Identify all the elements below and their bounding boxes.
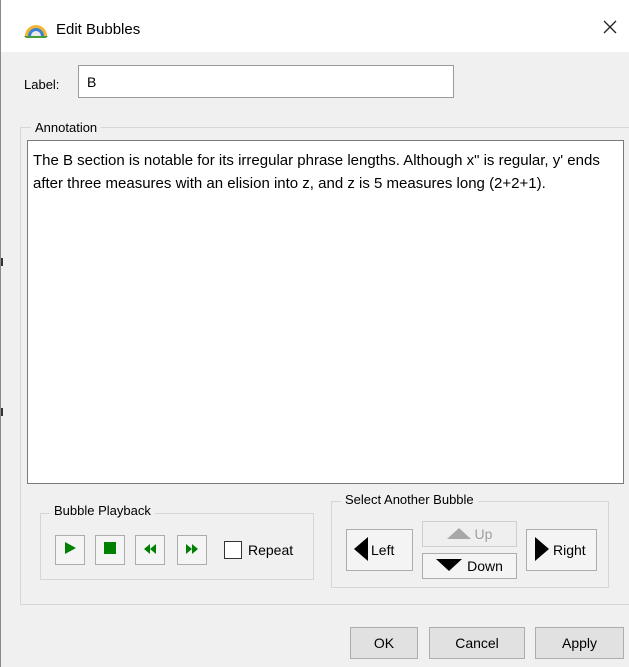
close-icon: [602, 19, 618, 40]
fast-forward-icon: [186, 541, 198, 559]
rewind-button[interactable]: [135, 535, 165, 565]
annotation-textarea[interactable]: The B section is notable for its irregul…: [27, 140, 624, 484]
stop-icon: [104, 541, 116, 559]
down-button-label: Down: [467, 558, 503, 574]
rainbow-bubble-icon: [23, 20, 49, 38]
up-button[interactable]: Up: [422, 521, 517, 547]
repeat-checkbox[interactable]: [224, 541, 242, 559]
rewind-icon: [144, 541, 156, 559]
right-button[interactable]: Right: [526, 529, 597, 571]
play-icon: [63, 541, 77, 560]
select-bubble-legend: Select Another Bubble: [341, 492, 478, 507]
right-button-label: Right: [553, 542, 586, 558]
play-button[interactable]: [55, 535, 85, 565]
up-button-label: Up: [474, 526, 493, 542]
ok-button[interactable]: OK: [350, 627, 418, 659]
right-arrow-icon: [535, 536, 549, 564]
window-title: Edit Bubbles: [56, 21, 141, 38]
annotation-legend: Annotation: [31, 120, 102, 135]
left-button-label: Left: [371, 542, 395, 558]
down-button[interactable]: Down: [422, 553, 517, 579]
label-caption: Label:: [24, 77, 60, 92]
repeat-label: Repeat: [248, 542, 294, 558]
close-button[interactable]: [595, 14, 625, 44]
bubble-playback-legend: Bubble Playback: [50, 503, 155, 518]
stop-button[interactable]: [95, 535, 125, 565]
title-bar: Edit Bubbles: [1, 0, 629, 52]
left-edge-mark: [1, 258, 3, 266]
left-button[interactable]: Left: [346, 529, 413, 571]
up-arrow-icon: [446, 526, 471, 542]
apply-button[interactable]: Apply: [535, 627, 624, 659]
fast-forward-button[interactable]: [177, 535, 207, 565]
left-arrow-icon: [354, 536, 368, 564]
edit-bubbles-dialog: Edit Bubbles Label: Annotation The B sec…: [0, 0, 629, 667]
label-input[interactable]: [78, 65, 454, 98]
left-edge-mark: [1, 408, 3, 416]
down-arrow-icon: [436, 558, 463, 574]
cancel-button[interactable]: Cancel: [429, 627, 525, 659]
